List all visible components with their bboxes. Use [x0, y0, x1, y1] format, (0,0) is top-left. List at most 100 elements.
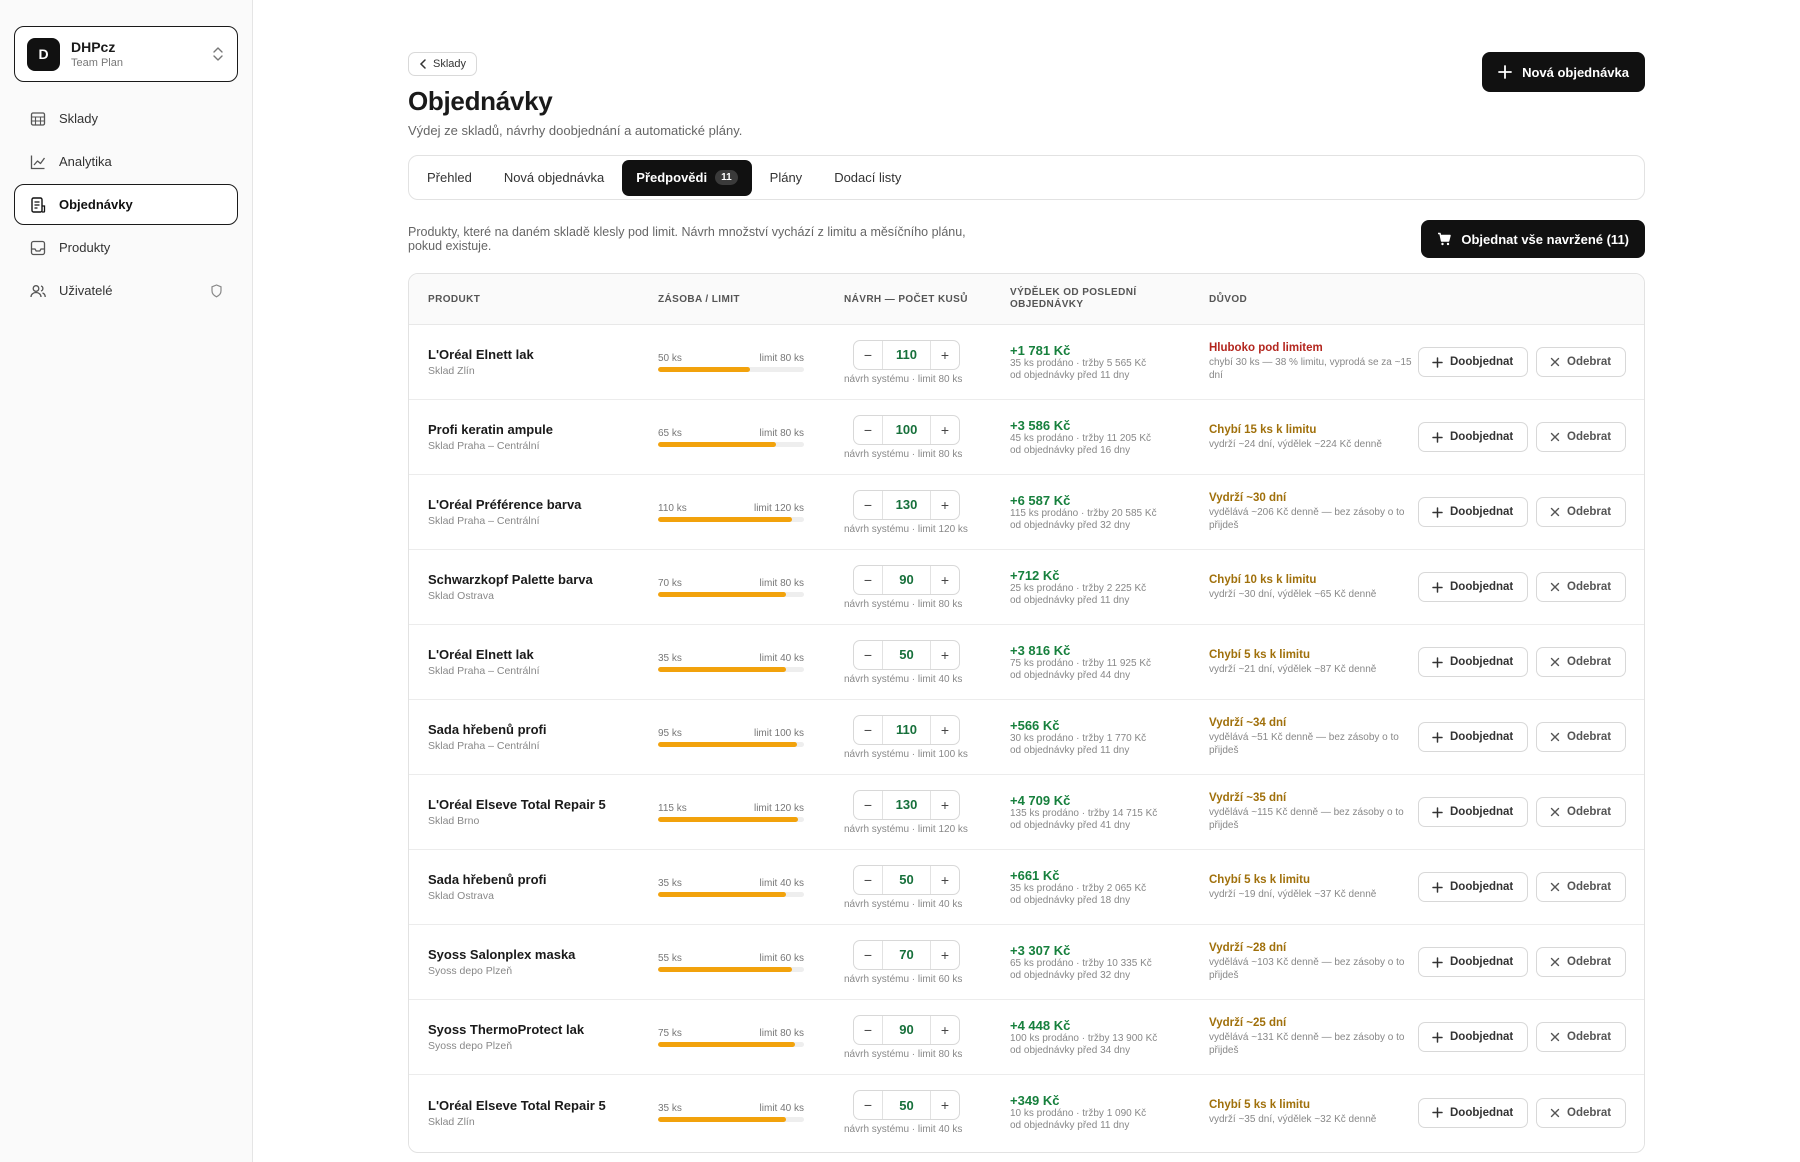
quantity-value[interactable]: 110: [882, 715, 931, 744]
earnings-value: +3 816 Kč: [1010, 642, 1071, 658]
earnings-since: od objednávky před 44 dny: [1010, 669, 1131, 681]
reorder-button[interactable]: Doobjednat: [1418, 1097, 1528, 1128]
header-stock: ZÁSOBA / LIMIT: [658, 293, 740, 305]
increment-button[interactable]: +: [931, 716, 959, 744]
reorder-button[interactable]: Doobjednat: [1418, 572, 1528, 602]
stock-current: 50 ks: [658, 352, 682, 364]
org-switcher[interactable]: D DHPcz Team Plan: [14, 26, 238, 82]
quantity-value[interactable]: 90: [882, 565, 931, 594]
quantity-value[interactable]: 50: [882, 1091, 931, 1119]
decrement-button[interactable]: −: [854, 341, 882, 369]
back-button[interactable]: Sklady: [408, 52, 478, 76]
decrement-button[interactable]: −: [854, 866, 882, 894]
remove-button[interactable]: Odebrat: [1536, 497, 1626, 527]
remove-button[interactable]: Odebrat: [1536, 872, 1626, 902]
main-content: Sklady Objednávky Výdej ze skladů, návrh…: [253, 0, 1800, 1162]
product-warehouse: Sklad Zlín: [428, 365, 475, 377]
remove-button[interactable]: Odebrat: [1536, 572, 1626, 602]
increment-button[interactable]: +: [931, 791, 959, 819]
reorder-button[interactable]: Doobjednat: [1418, 497, 1528, 527]
remove-button[interactable]: Odebrat: [1536, 722, 1626, 752]
decrement-button[interactable]: −: [854, 641, 882, 669]
reorder-button[interactable]: Doobjednat: [1418, 722, 1528, 752]
increment-button[interactable]: +: [931, 341, 959, 369]
decrement-button[interactable]: −: [854, 716, 882, 744]
reorder-button[interactable]: Doobjednat: [1418, 422, 1528, 452]
stock-bar: [658, 966, 804, 972]
reason-detail: vydělává ~206 Kč denně — bez zásoby o to…: [1209, 507, 1405, 531]
reorder-button[interactable]: Doobjednat: [1418, 647, 1528, 677]
reorder-button[interactable]: Doobjednat: [1418, 947, 1528, 977]
product-warehouse: Sklad Ostrava: [428, 890, 494, 902]
reorder-label: Doobjednat: [1450, 806, 1514, 818]
remove-button[interactable]: Odebrat: [1536, 422, 1626, 452]
quantity-value[interactable]: 90: [882, 1015, 931, 1044]
remove-button[interactable]: Odebrat: [1536, 647, 1626, 677]
decrement-button[interactable]: −: [854, 566, 882, 594]
order-all-button[interactable]: Objednat vše navržené (11): [1421, 220, 1645, 258]
increment-button[interactable]: +: [931, 866, 959, 894]
header-reason: DŮVOD: [1209, 293, 1248, 305]
decrement-button[interactable]: −: [854, 491, 882, 519]
reorder-button[interactable]: Doobjednat: [1418, 1022, 1528, 1052]
table-row: Sada hřebenů profi Sklad Praha – Centrál…: [409, 700, 1644, 775]
earnings-sales: 115 ks prodáno · tržby 20 585 Kč: [1010, 507, 1157, 519]
increment-button[interactable]: +: [931, 491, 959, 519]
sidebar-item-2[interactable]: Objednávky: [14, 184, 238, 225]
proposal-note: návrh systému · limit 80 ks: [844, 598, 963, 610]
close-icon: [1550, 957, 1560, 967]
quantity-value[interactable]: 70: [882, 940, 931, 969]
increment-button[interactable]: +: [931, 941, 959, 969]
decrement-button[interactable]: −: [854, 941, 882, 969]
sidebar-item-4[interactable]: Uživatelé: [14, 270, 238, 311]
chevron-left-icon: [419, 59, 427, 69]
quantity-value[interactable]: 100: [882, 415, 931, 444]
remove-button[interactable]: Odebrat: [1536, 947, 1626, 977]
remove-button[interactable]: Odebrat: [1536, 347, 1626, 377]
tab-4[interactable]: Dodací listy: [820, 160, 915, 196]
tab-0[interactable]: Přehled: [413, 160, 486, 196]
quantity-value[interactable]: 130: [882, 490, 931, 519]
increment-button[interactable]: +: [931, 641, 959, 669]
sidebar-item-0[interactable]: Sklady: [14, 98, 238, 139]
increment-button[interactable]: +: [931, 1016, 959, 1044]
remove-button[interactable]: Odebrat: [1536, 1097, 1626, 1128]
remove-button[interactable]: Odebrat: [1536, 1022, 1626, 1052]
tab-1[interactable]: Nová objednávka: [490, 160, 618, 196]
stock-bar: [658, 1117, 804, 1122]
product-name: Schwarzkopf Palette barva: [428, 572, 593, 587]
decrement-button[interactable]: −: [854, 416, 882, 444]
reorder-button[interactable]: Doobjednat: [1418, 347, 1528, 377]
reorder-label: Doobjednat: [1450, 581, 1514, 593]
quantity-value[interactable]: 50: [882, 640, 931, 669]
sidebar-item-1[interactable]: Analytika: [14, 141, 238, 182]
stock-bar-fill: [658, 1041, 796, 1047]
new-order-button[interactable]: Nová objednávka: [1482, 52, 1645, 92]
reason-title: Chybí 5 ks k limitu: [1209, 648, 1310, 661]
table-row: L'Oréal Elseve Total Repair 5 Sklad Brno…: [409, 775, 1644, 850]
quantity-stepper: − 50 +: [853, 864, 960, 895]
stock-current: 95 ks: [658, 727, 682, 739]
earnings-value: +661 Kč: [1010, 867, 1060, 883]
quantity-value[interactable]: 110: [882, 340, 931, 369]
stock-bar: [658, 516, 804, 522]
tab-3[interactable]: Plány: [756, 160, 817, 196]
reason-detail: vydělává ~51 Kč denně — bez zásoby o to …: [1209, 732, 1399, 756]
tab-2[interactable]: Předpovědi 11: [622, 159, 752, 196]
reorder-button[interactable]: Doobjednat: [1418, 797, 1528, 827]
quantity-value[interactable]: 130: [882, 790, 931, 819]
sidebar-item-3[interactable]: Produkty: [14, 227, 238, 268]
decrement-button[interactable]: −: [854, 791, 882, 819]
increment-button[interactable]: +: [931, 1091, 959, 1119]
reorder-button[interactable]: Doobjednat: [1418, 872, 1528, 902]
sidebar: D DHPcz Team Plan Sklady Analytika Objedná…: [0, 0, 253, 1162]
increment-button[interactable]: +: [931, 416, 959, 444]
decrement-button[interactable]: −: [854, 1091, 882, 1119]
quantity-value[interactable]: 50: [882, 865, 931, 894]
reorder-label: Doobjednat: [1450, 881, 1514, 893]
increment-button[interactable]: +: [931, 566, 959, 594]
earnings-sales: 135 ks prodáno · tržby 14 715 Kč: [1010, 807, 1158, 819]
remove-button[interactable]: Odebrat: [1536, 797, 1626, 827]
stock-bar: [658, 366, 804, 372]
decrement-button[interactable]: −: [854, 1016, 882, 1044]
